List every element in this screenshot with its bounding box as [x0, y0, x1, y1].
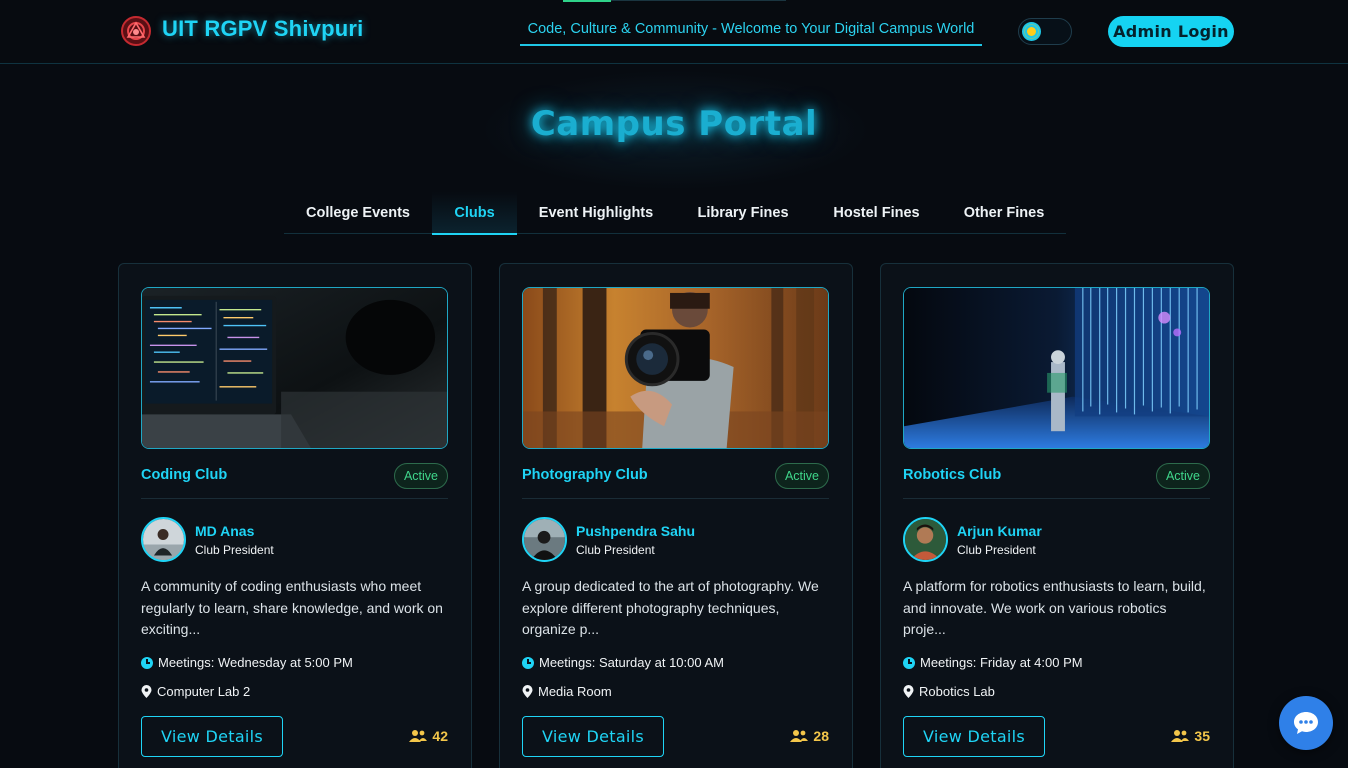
location-text: Robotics Lab: [919, 684, 995, 699]
member-count-value: 35: [1194, 728, 1210, 744]
view-details-button[interactable]: View Details: [141, 716, 283, 757]
club-image: [903, 287, 1210, 449]
users-icon: [409, 730, 428, 742]
tab-college-events[interactable]: College Events: [284, 192, 432, 234]
tab-clubs[interactable]: Clubs: [432, 192, 517, 235]
view-details-button[interactable]: View Details: [903, 716, 1045, 757]
map-pin-icon: [903, 685, 914, 698]
president-role: Club President: [576, 543, 655, 557]
president-role: Club President: [957, 543, 1036, 557]
meeting-location: Robotics Lab: [903, 684, 995, 699]
clock-icon: [522, 656, 534, 669]
member-count: 28: [790, 728, 829, 744]
tab-event-highlights[interactable]: Event Highlights: [517, 192, 675, 234]
president-name: Arjun Kumar: [957, 523, 1042, 539]
status-badge: Active: [393, 463, 448, 489]
club-description: A group dedicated to the art of photogra…: [522, 578, 819, 637]
location-text: Computer Lab 2: [157, 684, 251, 699]
divider: [522, 498, 829, 499]
meeting-time: Meetings: Wednesday at 5:00 PM: [141, 655, 353, 670]
divider: [903, 498, 1210, 499]
loading-accent-bar: [563, 0, 611, 2]
top-navbar: UIT RGPV Shivpuri Code, Culture & Commun…: [0, 0, 1348, 64]
club-card-robotics: Robotics Club Active Arjun Kumar Club Pr…: [880, 263, 1234, 768]
map-pin-icon: [141, 685, 152, 698]
club-image: [141, 287, 448, 449]
club-name: Robotics Club: [903, 467, 1002, 483]
club-card-coding: Coding Club Active MD Anas Club Presiden…: [118, 263, 472, 768]
tab-hostel-fines[interactable]: Hostel Fines: [811, 192, 942, 234]
president-avatar: [141, 517, 186, 562]
club-image: [522, 287, 829, 449]
sun-icon: [1027, 27, 1036, 36]
club-name: Coding Club: [141, 467, 228, 483]
chat-button[interactable]: [1279, 696, 1333, 750]
club-description: A platform for robotics enthusiasts to l…: [903, 578, 1206, 637]
chat-bubble-icon: [1294, 712, 1318, 734]
map-pin-icon: [522, 685, 533, 698]
status-badge: Active: [1155, 463, 1210, 489]
meeting-location: Computer Lab 2: [141, 684, 250, 699]
admin-login-button[interactable]: Admin Login: [1108, 16, 1234, 47]
divider: [141, 498, 448, 499]
meeting-text: Meetings: Wednesday at 5:00 PM: [158, 655, 353, 670]
meeting-time: Meetings: Friday at 4:00 PM: [903, 655, 1083, 670]
college-logo-icon[interactable]: [120, 15, 152, 47]
member-count-value: 28: [813, 728, 829, 744]
member-count: 42: [409, 728, 448, 744]
president-avatar: [903, 517, 948, 562]
users-icon: [1171, 730, 1190, 742]
location-text: Media Room: [538, 684, 612, 699]
meeting-location: Media Room: [522, 684, 612, 699]
president-name: Pushpendra Sahu: [576, 523, 696, 539]
tab-library-fines[interactable]: Library Fines: [675, 192, 811, 234]
club-name: Photography Club: [522, 467, 648, 483]
tagline-marquee: Code, Culture & Community - Welcome to Y…: [520, 14, 982, 46]
president-role: Club President: [195, 543, 274, 557]
clock-icon: [903, 656, 915, 669]
club-card-photography: Photography Club Active Pushpendra Sahu …: [499, 263, 853, 768]
tab-other-fines[interactable]: Other Fines: [942, 192, 1066, 234]
view-details-button[interactable]: View Details: [522, 716, 664, 757]
page-title: Campus Portal: [530, 104, 818, 144]
president-avatar: [522, 517, 567, 562]
loading-track: [611, 0, 786, 1]
theme-toggle[interactable]: [1018, 18, 1072, 45]
users-icon: [790, 730, 809, 742]
member-count-value: 42: [432, 728, 448, 744]
toggle-knob: [1022, 22, 1041, 41]
member-count: 35: [1171, 728, 1210, 744]
meeting-text: Meetings: Friday at 4:00 PM: [920, 655, 1083, 670]
meeting-time: Meetings: Saturday at 10:00 AM: [522, 655, 724, 670]
meeting-text: Meetings: Saturday at 10:00 AM: [539, 655, 724, 670]
president-name: MD Anas: [195, 523, 255, 539]
club-description: A community of coding enthusiasts who me…: [141, 578, 443, 637]
brand-title[interactable]: UIT RGPV Shivpuri: [162, 16, 363, 42]
section-tabs: College Events Clubs Event Highlights Li…: [284, 192, 1066, 235]
status-badge: Active: [774, 463, 829, 489]
clock-icon: [141, 656, 153, 669]
